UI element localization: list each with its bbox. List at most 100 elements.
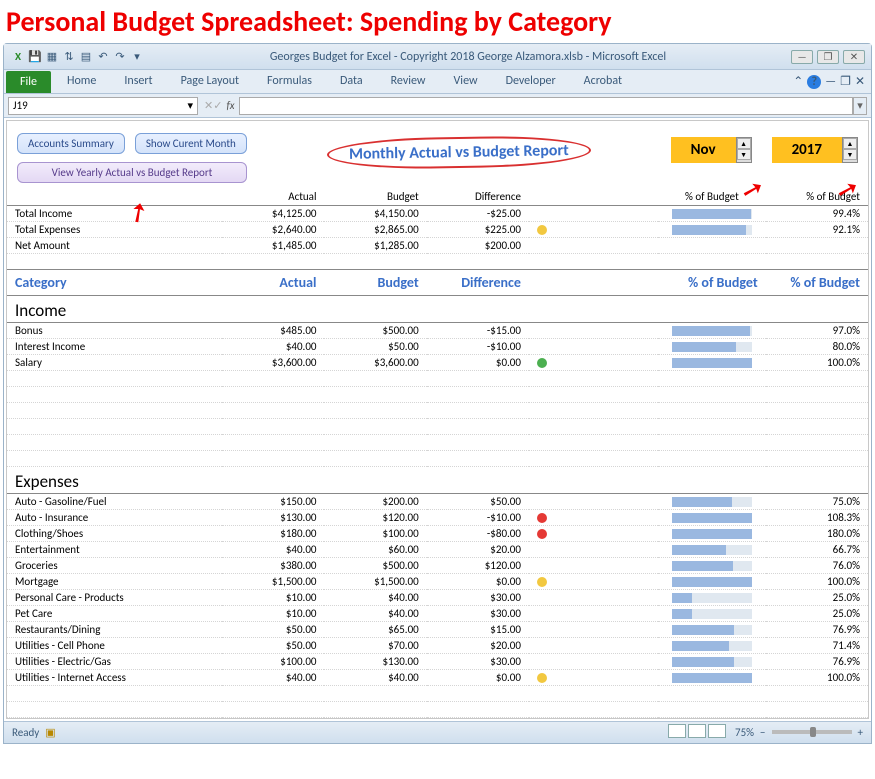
cancel-formula-icon[interactable]: ✕ <box>204 99 213 112</box>
grid-icon[interactable]: ▦ <box>44 49 60 65</box>
pct-bar <box>672 673 752 683</box>
pct-bar <box>672 577 752 587</box>
pct-bar <box>672 358 752 368</box>
title-bar: X 💾 ▦ ⇅ ▤ ↶ ↷ ▾ Georges Budget for Excel… <box>4 44 871 70</box>
excel-window: X 💾 ▦ ⇅ ▤ ↶ ↷ ▾ Georges Budget for Excel… <box>3 43 872 744</box>
tab-data[interactable]: Data <box>326 70 377 93</box>
zoom-slider[interactable] <box>772 730 852 734</box>
restore-button[interactable]: ❐ <box>817 50 839 64</box>
worksheet[interactable]: Accounts Summary Show Curent Month View … <box>6 120 869 719</box>
doc-minimize-icon[interactable]: — <box>825 75 836 89</box>
status-dot-icon <box>537 529 547 539</box>
pct-bar <box>672 209 752 219</box>
status-dot-icon <box>537 358 547 368</box>
table-row: Personal Care - Products$10.00$40.00$30.… <box>7 589 868 605</box>
pct-bar <box>672 497 752 507</box>
sort-icon[interactable]: ⇅ <box>61 49 77 65</box>
pct-bar <box>672 625 752 635</box>
table-row: Utilities - Internet Access$40.00$40.00$… <box>7 669 868 685</box>
annotation-title: Personal Budget Spreadsheet: Spending by… <box>0 0 875 43</box>
tab-home[interactable]: Home <box>53 70 110 93</box>
help-icon[interactable]: ? <box>807 75 821 89</box>
show-current-month-button[interactable]: Show Curent Month <box>135 133 247 154</box>
enter-formula-icon[interactable]: ✓ <box>213 99 222 112</box>
status-dot-icon <box>537 577 547 587</box>
table-row: Clothing/Shoes$180.00$100.00-$80.00180.0… <box>7 525 868 541</box>
tab-review[interactable]: Review <box>377 70 440 93</box>
macro-icon[interactable]: ▣ <box>45 726 55 739</box>
table-row: Mortgage$1,500.00$1,500.00$0.00100.0% <box>7 573 868 589</box>
zoom-in-icon[interactable]: + <box>858 726 863 739</box>
table-row: Pet Care$10.00$40.00$30.0025.0% <box>7 605 868 621</box>
pct-bar <box>672 609 752 619</box>
status-dot-icon <box>537 673 547 683</box>
month-up-icon[interactable]: ▲ <box>737 138 751 149</box>
year-selector[interactable]: 2017 ▲▼ <box>772 137 858 163</box>
table-row: Salary$3,600.00$3,600.00$0.00100.0% <box>7 354 868 370</box>
pct-bar <box>672 342 752 352</box>
window-title: Georges Budget for Excel - Copyright 201… <box>145 50 791 64</box>
pct-bar <box>672 513 752 523</box>
budget-grid: ActualBudgetDifference% of Budget% of Bu… <box>7 189 868 718</box>
zoom-out-icon[interactable]: − <box>760 726 765 739</box>
doc-close-icon[interactable]: ✕ <box>855 74 865 89</box>
qat-dropdown-icon[interactable]: ▾ <box>129 49 145 65</box>
summary-row: Total Expenses$2,640.00$2,865.00$225.009… <box>7 221 868 237</box>
table-row: Entertainment$40.00$60.00$20.0066.7% <box>7 541 868 557</box>
excel-icon[interactable]: X <box>10 49 26 65</box>
pct-bar <box>672 529 752 539</box>
status-dot-icon <box>537 513 547 523</box>
undo-icon[interactable]: ↶ <box>95 49 111 65</box>
pct-bar <box>672 593 752 603</box>
month-value: Nov <box>671 137 736 163</box>
formula-bar: J19▾ ✕ ✓ fx ▾ <box>4 94 871 118</box>
year-up-icon[interactable]: ▲ <box>843 138 857 149</box>
pct-bar <box>672 326 752 336</box>
summary-row: Net Amount$1,485.00$1,285.00$200.00 <box>7 237 868 253</box>
tab-insert[interactable]: Insert <box>110 70 166 93</box>
minimize-button[interactable]: — <box>791 50 813 64</box>
section-header: Expenses <box>7 466 868 493</box>
accounts-summary-button[interactable]: Accounts Summary <box>17 133 125 154</box>
ribbon: File HomeInsertPage LayoutFormulasDataRe… <box>4 70 871 94</box>
fx-icon[interactable]: fx <box>226 99 234 112</box>
tab-page-layout[interactable]: Page Layout <box>167 70 253 93</box>
table-row: Groceries$380.00$500.00$120.0076.0% <box>7 557 868 573</box>
table-row: Utilities - Electric/Gas$100.00$130.00$3… <box>7 653 868 669</box>
pct-bar <box>672 545 752 555</box>
formula-input[interactable] <box>239 97 853 115</box>
tab-formulas[interactable]: Formulas <box>253 70 326 93</box>
pct-bar <box>672 561 752 571</box>
filter-icon[interactable]: ▤ <box>78 49 94 65</box>
pct-bar <box>672 657 752 667</box>
table-row: Restaurants/Dining$50.00$65.00$15.0076.9… <box>7 621 868 637</box>
table-row: Utilities - Cell Phone$50.00$70.00$20.00… <box>7 637 868 653</box>
tab-developer[interactable]: Developer <box>492 70 570 93</box>
doc-restore-icon[interactable]: ❐ <box>840 74 851 89</box>
month-down-icon[interactable]: ▼ <box>737 149 751 160</box>
tab-view[interactable]: View <box>440 70 492 93</box>
section-header: Income <box>7 295 868 322</box>
table-row: Bonus$485.00$500.00-$15.0097.0% <box>7 322 868 338</box>
status-ready: Ready <box>12 726 39 739</box>
tab-file[interactable]: File <box>6 71 51 93</box>
expand-formula-bar[interactable]: ▾ <box>853 97 867 115</box>
pct-bar <box>672 225 752 235</box>
summary-row: Total Income$4,125.00$4,150.00-$25.0099.… <box>7 205 868 221</box>
table-row: Interest Income$40.00$50.00-$10.0080.0% <box>7 338 868 354</box>
minimize-ribbon-icon[interactable]: ⌃ <box>793 74 803 89</box>
report-title: Monthly Actual vs Budget Report <box>327 135 591 171</box>
month-selector[interactable]: Nov ▲▼ <box>671 137 752 163</box>
view-buttons[interactable] <box>667 724 727 741</box>
close-button[interactable]: ✕ <box>843 50 865 64</box>
table-row: Auto - Gasoline/Fuel$150.00$200.00$50.00… <box>7 493 868 509</box>
table-row: Auto - Insurance$130.00$120.00-$10.00108… <box>7 509 868 525</box>
year-down-icon[interactable]: ▼ <box>843 149 857 160</box>
save-icon[interactable]: 💾 <box>27 49 43 65</box>
redo-icon[interactable]: ↷ <box>112 49 128 65</box>
tab-acrobat[interactable]: Acrobat <box>570 70 636 93</box>
zoom-level[interactable]: 75% <box>735 726 754 739</box>
view-yearly-report-button[interactable]: View Yearly Actual vs Budget Report <box>17 162 247 183</box>
year-value: 2017 <box>772 137 842 163</box>
name-box[interactable]: J19▾ <box>8 97 198 115</box>
